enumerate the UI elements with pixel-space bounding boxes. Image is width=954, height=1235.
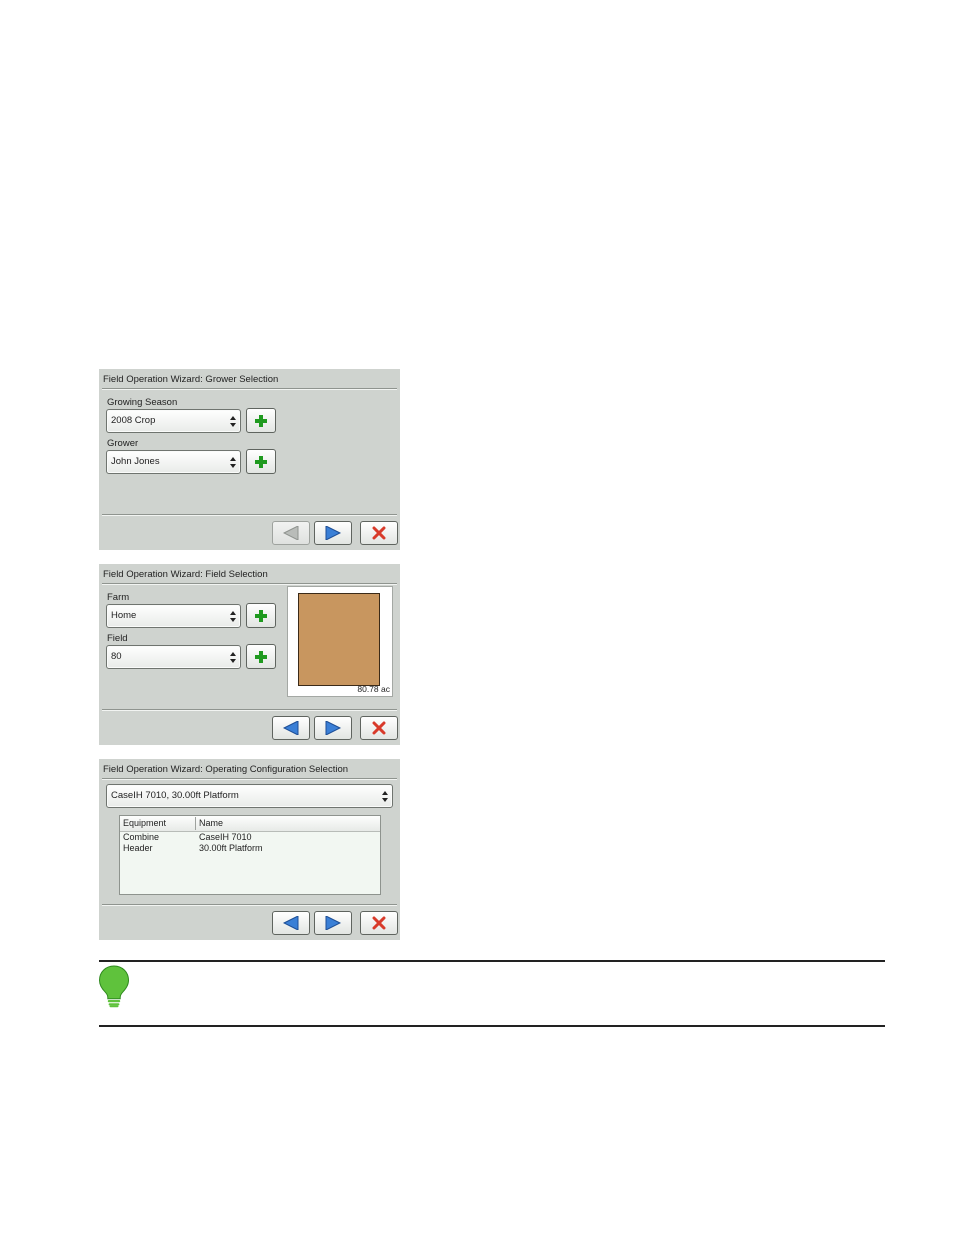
field-area: 80.78 ac [357,684,390,694]
divider [102,904,397,906]
column-separator [195,817,196,830]
tip-bottom-rule [99,1025,885,1027]
divider [102,514,397,516]
cell-equipment: Combine [123,832,160,842]
cell-name: CaseIH 7010 [199,832,252,842]
divider [102,709,397,711]
wizard-nav [272,521,398,545]
arrow-right-icon [325,916,341,930]
arrow-left-icon [283,526,299,540]
panel-title: Field Operation Wizard: Operating Config… [103,764,349,775]
panel-title: Field Operation Wizard: Field Selection [103,569,268,580]
wizard-nav [272,911,398,935]
arrow-left-icon [283,721,299,735]
close-icon [372,721,386,735]
updown-arrows-icon [230,611,236,622]
lightbulb-icon [98,965,130,1008]
field-boundary-preview: 80.78 ac [287,586,393,697]
tip-top-rule [99,960,885,962]
cancel-button[interactable] [360,716,398,740]
back-button[interactable] [272,716,310,740]
farm-select[interactable]: Home [106,604,241,628]
divider [102,388,397,390]
close-icon [372,526,386,540]
farm-value: Home [111,610,137,621]
plus-icon [255,609,267,622]
wizard-nav [272,716,398,740]
configuration-table: Equipment Name Combine CaseIH 7010 Heade… [119,815,381,895]
arrow-left-icon [283,916,299,930]
cell-name: 30.00ft Platform [199,843,263,853]
column-header-name[interactable]: Name [199,818,223,829]
close-icon [372,916,386,930]
divider [102,583,397,585]
cancel-button[interactable] [360,911,398,935]
cell-equipment: Header [123,843,153,853]
table-row[interactable]: Combine CaseIH 7010 [120,832,380,843]
configuration-value: CaseIH 7010, 30.00ft Platform [111,790,239,801]
plus-icon [255,414,267,427]
plus-icon [255,650,267,663]
plus-icon [255,455,267,468]
configuration-select[interactable]: CaseIH 7010, 30.00ft Platform [106,784,393,808]
grower-value: John Jones [111,456,160,467]
next-button[interactable] [314,716,352,740]
add-farm-button[interactable] [246,603,276,628]
growing-season-value: 2008 Crop [111,415,156,426]
next-button[interactable] [314,911,352,935]
updown-arrows-icon [382,791,388,802]
farm-label: Farm [107,592,130,603]
cancel-button[interactable] [360,521,398,545]
grower-select[interactable]: John Jones [106,450,241,474]
operating-configuration-panel: Field Operation Wizard: Operating Config… [99,759,400,940]
field-label: Field [107,633,128,644]
field-select[interactable]: 80 [106,645,241,669]
add-grower-button[interactable] [246,449,276,474]
add-growing-season-button[interactable] [246,408,276,433]
add-field-button[interactable] [246,644,276,669]
growing-season-label: Growing Season [107,397,178,408]
field-value: 80 [111,651,122,662]
table-row[interactable]: Header 30.00ft Platform [120,843,380,854]
growing-season-select[interactable]: 2008 Crop [106,409,241,433]
column-header-equipment[interactable]: Equipment [123,818,166,829]
field-boundary-shape [298,593,380,686]
arrow-right-icon [325,526,341,540]
panel-title: Field Operation Wizard: Grower Selection [103,374,279,385]
back-button[interactable] [272,911,310,935]
updown-arrows-icon [230,652,236,663]
back-button[interactable] [272,521,310,545]
grower-selection-panel: Field Operation Wizard: Grower Selection… [99,369,400,550]
arrow-right-icon [325,721,341,735]
divider [102,778,397,780]
table-header: Equipment Name [120,816,380,832]
field-selection-panel: Field Operation Wizard: Field Selection … [99,564,400,745]
grower-label: Grower [107,438,139,449]
updown-arrows-icon [230,457,236,468]
next-button[interactable] [314,521,352,545]
updown-arrows-icon [230,416,236,427]
